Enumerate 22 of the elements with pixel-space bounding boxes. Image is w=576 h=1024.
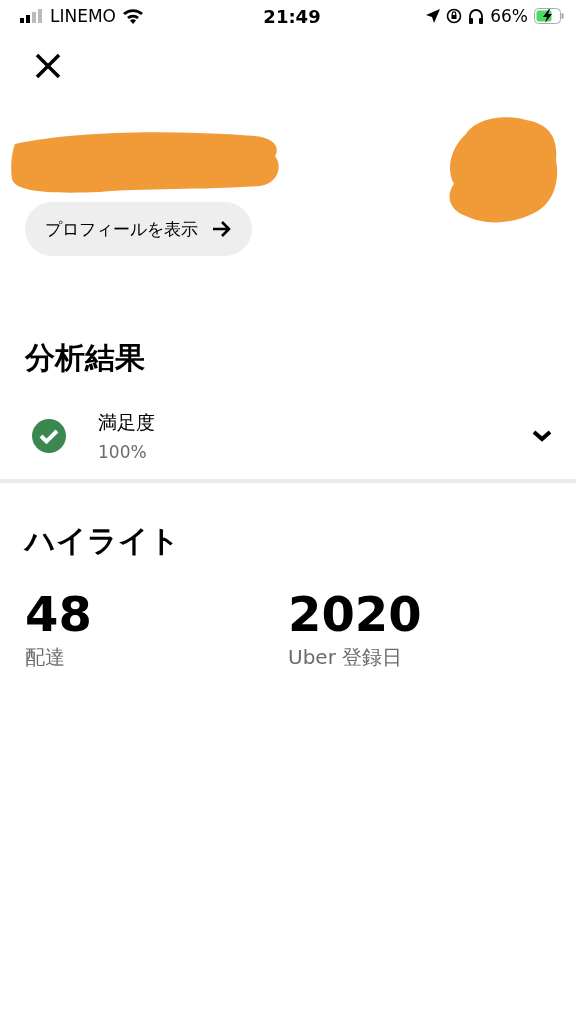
view-profile-button[interactable]: プロフィールを表示: [25, 202, 252, 256]
section-heading: ハイライト: [25, 522, 181, 560]
clock-time: 21:49: [263, 5, 321, 27]
chevron-icon[interactable]: [532, 430, 552, 442]
check-circle-icon: [32, 419, 66, 453]
section-heading: 分析結果: [25, 339, 146, 377]
signal-icon: [20, 9, 44, 23]
metric-label: 満足度: [98, 410, 156, 435]
metric-value: 100%: [98, 442, 148, 462]
stat-value: 48: [25, 586, 92, 642]
stat-label: 配達: [25, 644, 65, 671]
stat-value: 2020: [288, 586, 422, 642]
headphones-icon: [468, 8, 485, 24]
rotation-lock-icon: [446, 8, 463, 24]
battery-percent: 66%: [490, 6, 528, 26]
carrier-name: LINEMO: [50, 6, 116, 26]
arrow-right-icon: [212, 220, 232, 238]
battery-charging-icon: [534, 8, 564, 24]
stat-label: Uber 登録日: [288, 644, 403, 671]
location-arrow-icon: [426, 9, 441, 23]
wifi-icon: [122, 8, 144, 24]
close-icon[interactable]: [34, 52, 62, 80]
